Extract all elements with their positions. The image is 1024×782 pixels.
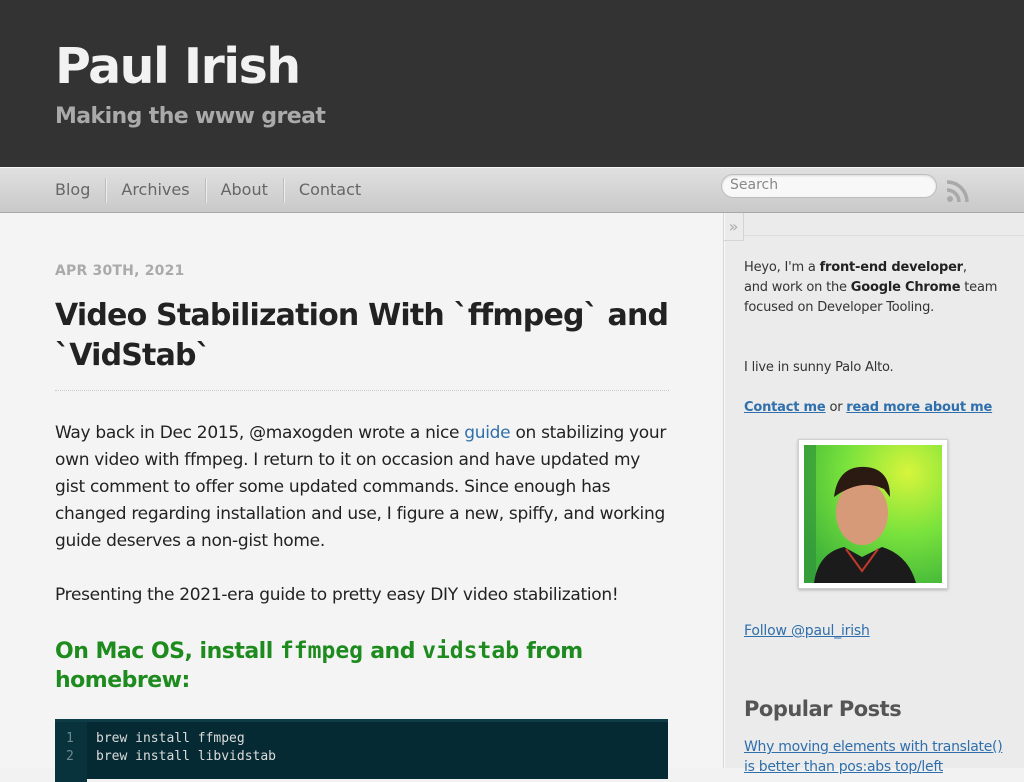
search-input[interactable]: Search (721, 174, 937, 198)
avatar-photo (804, 445, 942, 583)
popular-post-link[interactable]: Why moving elements with translate() is … (744, 737, 1004, 777)
section-heading: On Mac OS, install ffmpeg and vidstab fr… (55, 637, 669, 695)
intro-text: team (960, 280, 998, 295)
nav-item-contact[interactable]: Contact (282, 178, 376, 203)
heading-text: On Mac OS, install (55, 639, 280, 664)
title-divider (55, 390, 669, 391)
post-date: APR 30TH, 2021 (55, 263, 185, 279)
nav-item-archives[interactable]: Archives (105, 178, 204, 203)
paragraph-text: Way back in Dec 2015, @maxogden wrote a … (55, 423, 465, 443)
sidebar: » Heyo, I'm a front-end developer, and w… (723, 213, 1024, 775)
sidebar-collapse-toggle[interactable]: » (724, 213, 744, 241)
intro-text: Heyo, I'm a (744, 260, 820, 275)
intro-text: and work on the (744, 280, 851, 295)
code-text: brew install ffmpeg (96, 731, 245, 746)
sidebar-divider (744, 235, 1024, 236)
intro-text: focused on Developer Tooling. (744, 300, 935, 315)
avatar (798, 439, 948, 589)
heading-code-ffmpeg: ffmpeg (279, 638, 364, 664)
line-number: 1 (66, 731, 74, 746)
heading-code-vidstab: vidstab (422, 638, 520, 664)
site-subtitle: Making the www great (55, 104, 326, 129)
main-content: APR 30TH, 2021 Video Stabilization With … (0, 213, 723, 782)
post-title: Video Stabilization With `ffmpeg` and `V… (55, 298, 669, 373)
heading-text: and (363, 639, 423, 664)
guide-link[interactable]: guide (464, 423, 510, 443)
follow-twitter-link[interactable]: Follow @paul_irish (744, 623, 870, 639)
nav-item-about[interactable]: About (204, 178, 283, 203)
intro-text: , (962, 260, 967, 275)
post-paragraph-1: Way back in Dec 2015, @maxogden wrote a … (55, 420, 669, 555)
post-paragraph-2: Presenting the 2021-era guide to pretty … (55, 585, 619, 605)
sidebar-contact-line: Contact me or read more about me (744, 398, 1004, 418)
popular-posts-heading: Popular Posts (744, 697, 902, 721)
contact-or-text: or (825, 400, 847, 415)
intro-bold: front-end developer (819, 260, 964, 275)
code-block: 1 brew install ffmpeg 2 brew install lib… (55, 719, 668, 782)
nav-list: Blog Archives About Contact (55, 178, 376, 203)
sidebar-location: I live in sunny Palo Alto. (744, 360, 894, 375)
intro-bold: Google Chrome (850, 280, 961, 295)
site-title[interactable]: Paul Irish (55, 38, 301, 95)
site-header: Paul Irish Making the www great (0, 0, 1024, 167)
contact-me-link[interactable]: Contact me (744, 400, 826, 415)
code-text: brew install libvidstab (96, 749, 277, 764)
rss-icon[interactable] (946, 179, 970, 203)
nav-item-blog[interactable]: Blog (55, 178, 105, 203)
line-number: 2 (66, 749, 74, 764)
read-more-link[interactable]: read more about me (846, 400, 992, 415)
main-nav: Blog Archives About Contact Search (0, 167, 1024, 213)
sidebar-intro: Heyo, I'm a front-end developer, and wor… (744, 258, 1004, 318)
